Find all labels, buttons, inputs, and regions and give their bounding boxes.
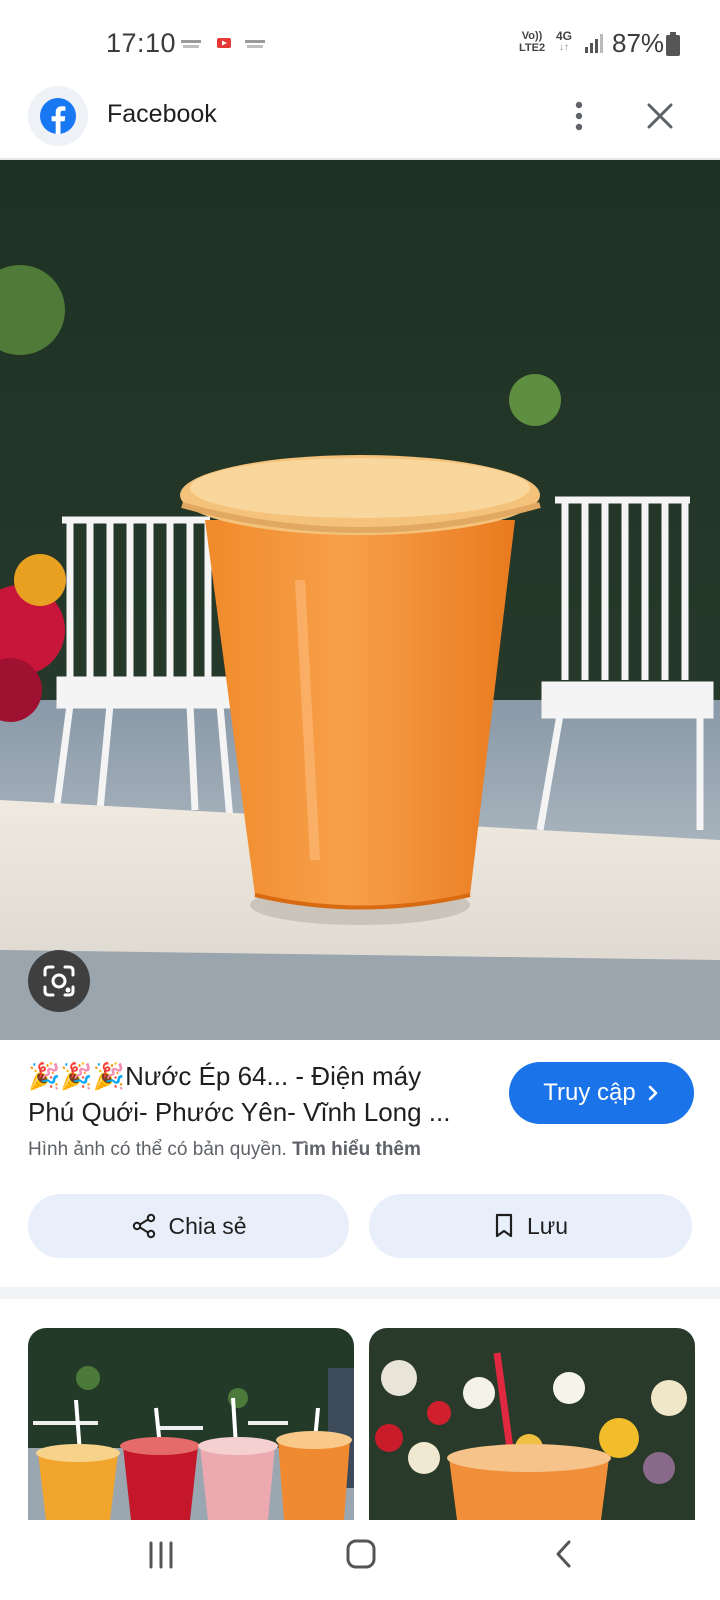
save-label: Lưu	[527, 1212, 568, 1239]
save-button[interactable]: Lưu	[369, 1194, 692, 1258]
back-icon[interactable]	[552, 1538, 576, 1570]
bookmark-icon	[495, 1213, 513, 1238]
visit-label: Truy cập	[543, 1079, 636, 1106]
facebook-logo-icon	[28, 86, 88, 146]
battery-icon	[666, 32, 680, 56]
share-icon	[132, 1213, 155, 1239]
related-image[interactable]	[28, 1328, 354, 1520]
juice-cups-photo	[28, 1328, 354, 1520]
more-vert-icon[interactable]	[555, 92, 603, 140]
close-icon[interactable]	[636, 92, 684, 140]
section-divider	[0, 1287, 720, 1299]
notification-icon	[181, 40, 201, 48]
network-type-indicator: 4G ↓↑	[556, 29, 573, 53]
system-nav-bar	[0, 1520, 720, 1600]
home-icon[interactable]	[345, 1538, 377, 1570]
app-bar: Facebook	[0, 86, 720, 158]
lens-icon	[43, 965, 75, 997]
youtube-notification-icon	[217, 38, 231, 48]
learn-more-link[interactable]: Tìm hiểu thêm	[292, 1139, 421, 1160]
copyright-text: Hình ảnh có thể có bản quyền.	[28, 1139, 287, 1160]
result-title-line2: Phú Quới- Phước Yên- Vĩnh Long ...	[28, 1097, 451, 1127]
chevron-right-icon	[648, 1085, 658, 1101]
share-label: Chia sẻ	[168, 1212, 247, 1239]
related-image[interactable]	[369, 1328, 695, 1520]
juice-flowers-photo	[369, 1328, 695, 1520]
result-title-line1: 🎉🎉🎉Nước Ép 64... - Điện máy	[28, 1061, 422, 1091]
google-lens-button[interactable]	[28, 950, 90, 1012]
battery-percent: 87%	[612, 28, 665, 58]
notification-icon	[245, 40, 265, 48]
app-title: Facebook	[107, 100, 217, 128]
hero-image[interactable]	[0, 160, 720, 1040]
share-button[interactable]: Chia sẻ	[28, 1194, 349, 1258]
result-title[interactable]: 🎉🎉🎉Nước Ép 64... - Điện máy Phú Quới- Ph…	[28, 1058, 478, 1130]
copyright-notice: Hình ảnh có thể có bản quyền. Tìm hiểu t…	[28, 1139, 421, 1161]
status-time: 17:10	[106, 28, 177, 58]
signal-icon	[585, 34, 603, 53]
volte-indicator: Vo)) LTE2	[519, 30, 546, 54]
recents-icon[interactable]	[146, 1540, 176, 1570]
status-bar: 17:10 Vo)) LTE2 4G ↓↑ 87%	[0, 0, 720, 86]
juice-cup-photo	[0, 160, 720, 1040]
visit-button[interactable]: Truy cập	[509, 1062, 694, 1124]
